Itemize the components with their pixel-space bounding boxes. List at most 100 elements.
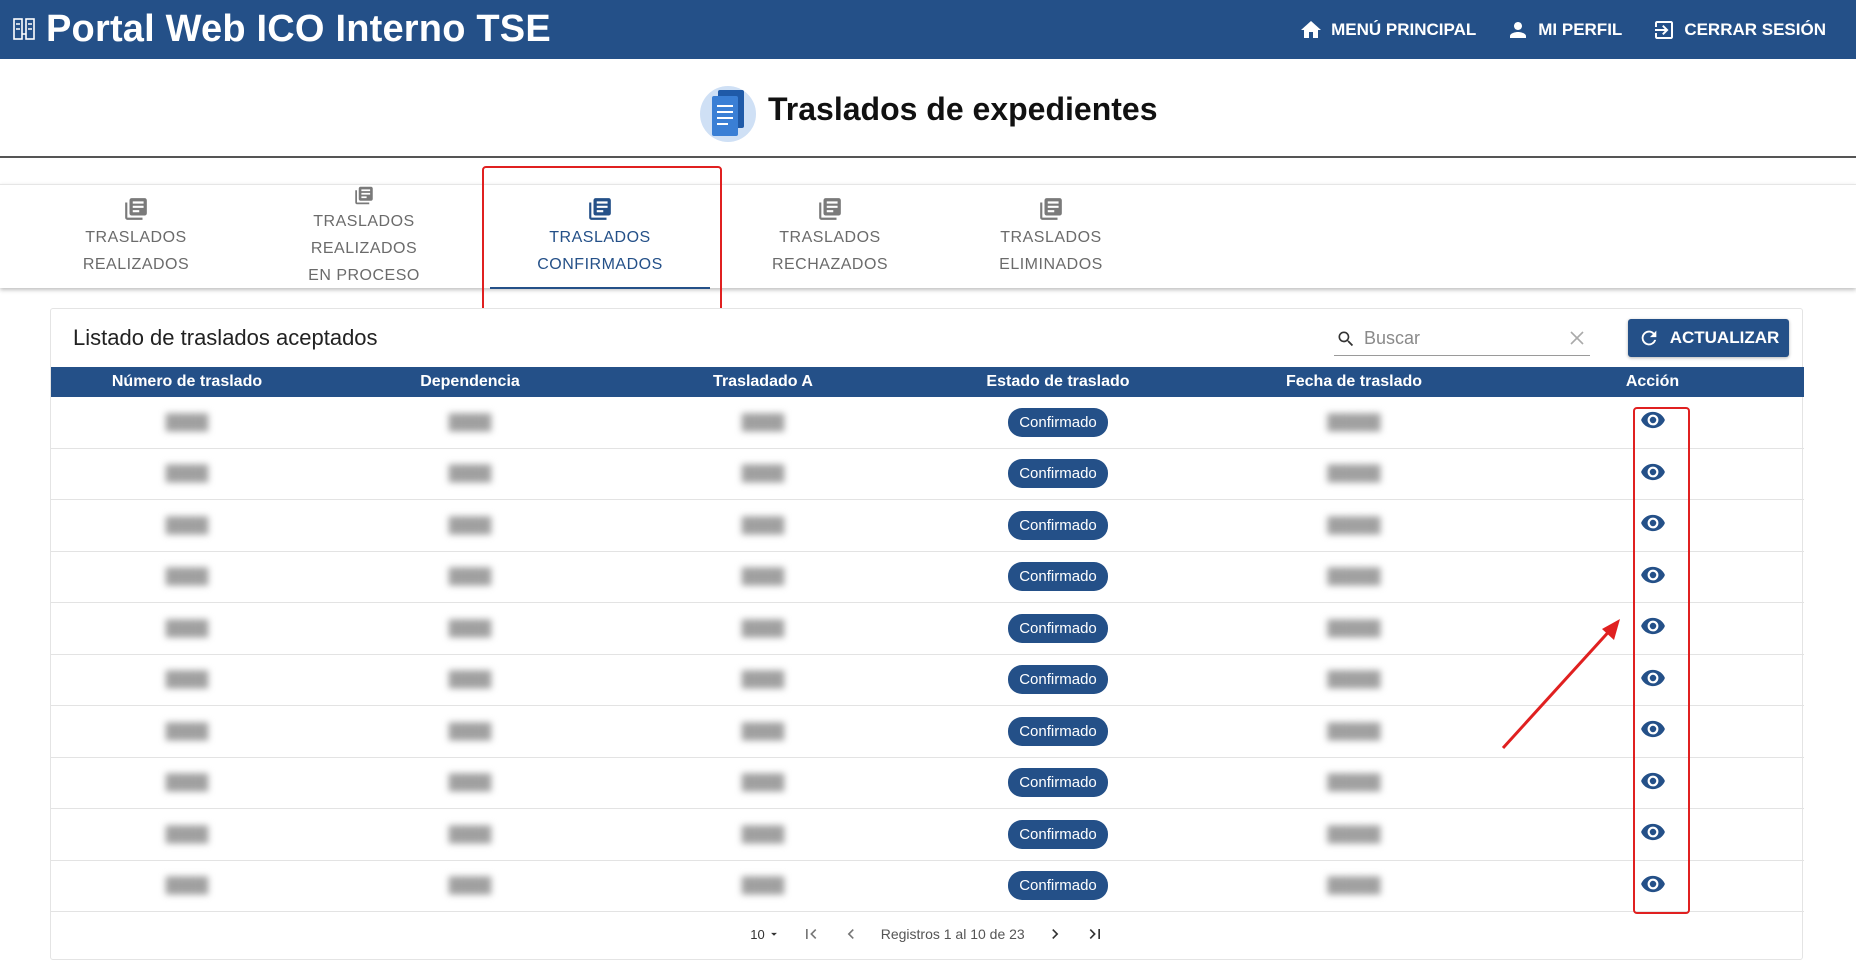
refresh-button[interactable]: ACTUALIZAR xyxy=(1628,319,1789,357)
tab-label-line1: TRASLADOS REALIZADOS xyxy=(310,213,418,257)
view-eye-icon[interactable] xyxy=(1640,459,1666,485)
logout-icon xyxy=(1655,20,1674,39)
last-page-icon[interactable] xyxy=(1085,924,1105,944)
home-icon xyxy=(1301,20,1322,38)
redacted-value: █████ xyxy=(1327,722,1381,740)
view-eye-icon[interactable] xyxy=(1640,819,1666,845)
redacted-value: ████ xyxy=(741,516,785,534)
view-eye-icon[interactable] xyxy=(1640,562,1666,588)
redacted-value: ████ xyxy=(448,877,492,895)
status-badge: Confirmado xyxy=(1008,819,1108,849)
redacted-cell: █████ xyxy=(1207,723,1501,740)
redacted-value: █████ xyxy=(1327,516,1381,534)
column-header[interactable]: Trasladado A xyxy=(617,373,909,391)
redacted-value: ████ xyxy=(741,825,785,843)
redacted-value: ████ xyxy=(741,877,785,895)
redacted-cell: ████ xyxy=(323,568,617,585)
clear-icon[interactable] xyxy=(1568,329,1586,347)
next-page-icon[interactable] xyxy=(1045,924,1065,944)
page-size-value: 10 xyxy=(750,926,765,942)
table-row: ████ ████ ████ Confirmado █████ xyxy=(51,809,1804,861)
nav-logout[interactable]: CERRAR SESIÓN xyxy=(1652,18,1826,42)
redacted-value: ████ xyxy=(448,568,492,586)
redacted-cell: █████ xyxy=(1207,774,1501,791)
tab-traslados-realizados[interactable]: TRASLADOS REALIZADOS xyxy=(30,185,242,289)
status-cell: Confirmado xyxy=(909,665,1207,695)
status-cell: Confirmado xyxy=(909,407,1207,437)
view-eye-icon[interactable] xyxy=(1640,613,1666,639)
redacted-cell: ████ xyxy=(323,517,617,534)
redacted-cell: ████ xyxy=(617,826,909,843)
first-page-icon[interactable] xyxy=(801,924,821,944)
tab-traslados-eliminados[interactable]: TRASLADOS ELIMINADOS xyxy=(946,185,1156,289)
redacted-value: ████ xyxy=(741,722,785,740)
view-eye-icon[interactable] xyxy=(1640,665,1666,691)
table-body: ████ ████ ████ Confirmado █████ ████ ████ ████ C… xyxy=(51,397,1804,912)
tab-label: TRASLADOS RECHAZADOS xyxy=(771,229,889,273)
dropdown-arrow-icon xyxy=(770,932,777,936)
view-eye-icon[interactable] xyxy=(1640,716,1666,742)
transfers-card: Listado de traslados aceptados ACTUALIZA… xyxy=(50,308,1804,960)
transfers-table: Número de traslado Dependencia Trasladad… xyxy=(51,367,1804,912)
status-badge: Confirmado xyxy=(1008,510,1108,540)
pagination-summary: Registros 1 al 10 de 23 xyxy=(880,926,1025,942)
view-eye-icon[interactable] xyxy=(1640,768,1666,794)
previous-page-icon[interactable] xyxy=(841,924,861,944)
action-cell xyxy=(1501,510,1804,540)
redacted-value: █████ xyxy=(1327,568,1381,586)
view-eye-icon[interactable] xyxy=(1640,871,1666,897)
nav-main-menu[interactable]: MENÚ PRINCIPAL xyxy=(1299,18,1476,42)
status-badge: Confirmado xyxy=(1008,716,1108,746)
redacted-cell: ████ xyxy=(51,568,323,585)
app-logo-icon xyxy=(13,18,35,40)
redacted-cell: ████ xyxy=(51,517,323,534)
nav-my-profile[interactable]: MI PERFIL xyxy=(1506,18,1622,42)
redacted-cell: █████ xyxy=(1207,620,1501,637)
redacted-value: ████ xyxy=(741,671,785,689)
redacted-cell: ████ xyxy=(617,774,909,791)
redacted-cell: ████ xyxy=(51,826,323,843)
redacted-value: █████ xyxy=(1327,774,1381,792)
status-cell: Confirmado xyxy=(909,510,1207,540)
column-header[interactable]: Número de traslado xyxy=(51,373,323,391)
action-cell xyxy=(1501,871,1804,901)
action-cell xyxy=(1501,562,1804,592)
redacted-value: ████ xyxy=(165,877,209,895)
view-eye-icon[interactable] xyxy=(1640,407,1666,433)
status-badge: Confirmado xyxy=(1008,871,1108,901)
column-header[interactable]: Dependencia xyxy=(323,373,617,391)
app-title: Portal Web ICO Interno TSE xyxy=(46,8,551,50)
search-input[interactable] xyxy=(1364,328,1564,349)
tab-traslados-en-proceso[interactable]: TRASLADOS REALIZADOS EN PROCESO xyxy=(258,185,470,289)
list-document-icon xyxy=(125,198,147,220)
table-row: ████ ████ ████ Confirmado █████ xyxy=(51,397,1804,449)
redacted-cell: ████ xyxy=(323,877,617,894)
redacted-cell: ████ xyxy=(51,465,323,482)
list-document-icon xyxy=(589,198,611,220)
status-cell: Confirmado xyxy=(909,562,1207,592)
redacted-value: ████ xyxy=(448,671,492,689)
column-header[interactable]: Fecha de traslado xyxy=(1207,373,1501,391)
redacted-cell: ████ xyxy=(617,723,909,740)
redacted-value: ████ xyxy=(165,825,209,843)
tab-label-line2: EN PROCESO xyxy=(308,267,420,284)
tab-traslados-rechazados[interactable]: TRASLADOS RECHAZADOS xyxy=(724,185,936,289)
redacted-value: ████ xyxy=(165,413,209,431)
column-header[interactable]: Acción xyxy=(1501,373,1804,391)
redacted-cell: ████ xyxy=(323,774,617,791)
column-header[interactable]: Estado de traslado xyxy=(909,373,1207,391)
redacted-value: ████ xyxy=(741,413,785,431)
page-size-select[interactable]: 10 xyxy=(750,927,780,942)
tab-label: TRASLADOS CONFIRMADOS xyxy=(537,229,663,273)
redacted-value: █████ xyxy=(1327,619,1381,637)
nav-main-menu-label: MENÚ PRINCIPAL xyxy=(1331,19,1477,39)
card-title: Listado de traslados aceptados xyxy=(73,325,378,350)
redacted-cell: ████ xyxy=(617,465,909,482)
redacted-value: ████ xyxy=(448,413,492,431)
tab-traslados-confirmados[interactable]: TRASLADOS CONFIRMADOS xyxy=(490,185,710,289)
view-eye-icon[interactable] xyxy=(1640,510,1666,536)
redacted-cell: ████ xyxy=(323,671,617,688)
status-cell: Confirmado xyxy=(909,871,1207,901)
redacted-cell: ████ xyxy=(51,774,323,791)
list-document-icon xyxy=(355,186,373,205)
